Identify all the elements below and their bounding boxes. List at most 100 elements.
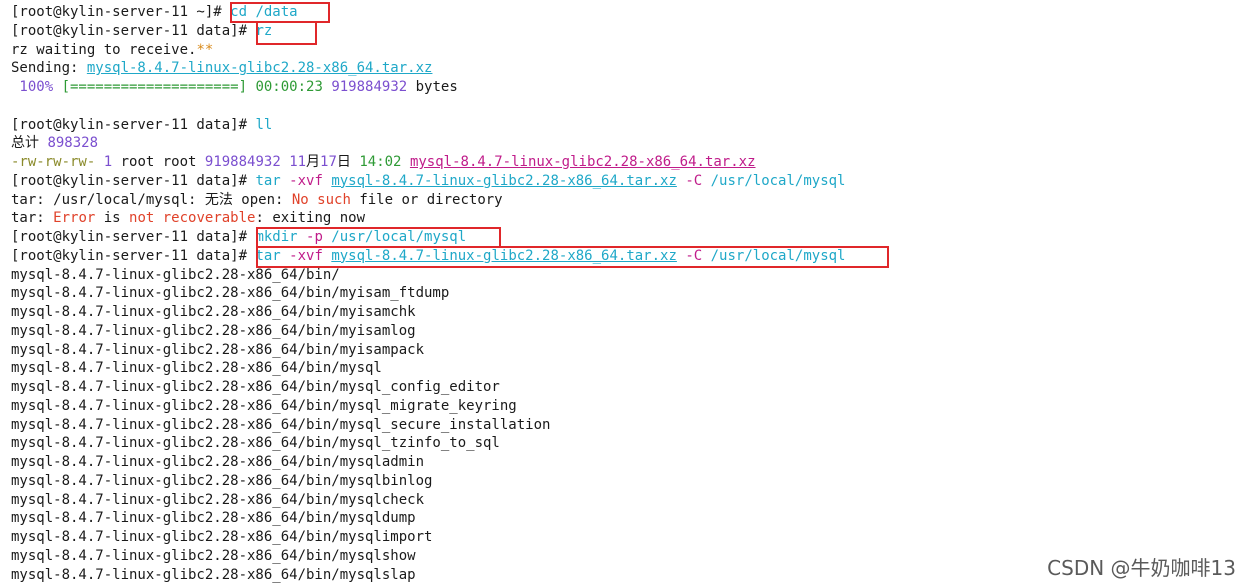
terminal-line: mysql-8.4.7-linux-glibc2.28-x86_64/bin/m… [11, 547, 416, 565]
terminal-line: mysql-8.4.7-linux-glibc2.28-x86_64/bin/m… [11, 509, 416, 527]
terminal-text-segment: Sending: [11, 60, 87, 77]
terminal-text-segment: mysql-8.4.7-linux-glibc2.28-x86_64/bin/m… [11, 285, 450, 302]
terminal-line: mysql-8.4.7-linux-glibc2.28-x86_64/bin/m… [11, 341, 424, 359]
terminal-line: [root@kylin-server-11 ~]# cd /data [11, 3, 298, 21]
terminal-text-segment: tar [255, 172, 290, 189]
terminal-text-segment: 11 [289, 154, 307, 170]
terminal-text-segment: file or directory [350, 191, 503, 208]
terminal-text-segment: 日 [336, 154, 360, 170]
terminal-text-segment: 00:00:23 [255, 79, 323, 95]
terminal-line: -rw-rw-rw- 1 root root 919884932 11月17日 … [11, 153, 756, 171]
terminal-text-segment: mysql-8.4.7-linux-glibc2.28-x86_64/bin/m… [11, 472, 433, 489]
terminal-text-segment: 1 [103, 154, 113, 170]
terminal-text-segment: mysql-8.4.7-linux-glibc2.28-x86_64.tar.x… [86, 60, 433, 77]
terminal-text-segment: No such [291, 191, 351, 208]
terminal-text-segment: [root@kylin-server-11 data]# [11, 22, 256, 39]
terminal-line: Sending: mysql-8.4.7-linux-glibc2.28-x86… [11, 59, 432, 77]
terminal-line: mysql-8.4.7-linux-glibc2.28-x86_64/bin/m… [11, 453, 424, 471]
terminal-text-segment: mysql-8.4.7-linux-glibc2.28-x86_64/bin/m… [11, 566, 416, 583]
terminal-line: mysql-8.4.7-linux-glibc2.28-x86_64/bin/m… [11, 566, 416, 584]
terminal-text-segment: tar: /usr/local/mysql: 无法 open: [11, 191, 292, 208]
terminal-text-segment: /usr/local/mysql [702, 172, 846, 189]
terminal-text-segment: mysql-8.4.7-linux-glibc2.28-x86_64.tar.x… [331, 172, 677, 189]
terminal-text-segment: Error [53, 210, 96, 227]
terminal-window[interactable]: [root@kylin-server-11 ~]# cd /data [root@… [0, 0, 1244, 587]
terminal-text-segment: mysql-8.4.7-linux-glibc2.28-x86_64/bin/m… [11, 304, 416, 320]
terminal-line: 总计 898328 [11, 134, 98, 152]
terminal-text-segment: -rw-rw-rw- [11, 154, 96, 170]
terminal-text-segment: -xvf [289, 172, 323, 189]
terminal-text-segment: -p [306, 229, 323, 245]
terminal-text-segment: mysql-8.4.7-linux-glibc2.28-x86_64.tar.x… [331, 247, 677, 264]
terminal-text-segment: not recoverable [129, 210, 256, 227]
terminal-text-segment: rz waiting to receive. [11, 41, 197, 58]
terminal-text-segment: tar [255, 247, 290, 264]
terminal-text-segment: is [95, 210, 130, 227]
terminal-line: [root@kylin-server-11 data]# rz [11, 22, 272, 40]
terminal-text-segment: mysql-8.4.7-linux-glibc2.28-x86_64/bin/ [11, 266, 340, 283]
terminal-text-segment: root root [112, 154, 205, 170]
terminal-text-segment: 17 [320, 154, 337, 170]
terminal-line: mysql-8.4.7-linux-glibc2.28-x86_64/bin/m… [11, 528, 432, 546]
terminal-text-segment: 919884932 [204, 154, 281, 170]
terminal-line: tar: Error is not recoverable: exiting n… [11, 209, 365, 227]
terminal-line: mysql-8.4.7-linux-glibc2.28-x86_64/bin/m… [11, 359, 382, 377]
terminal-line: rz waiting to receive.** [11, 41, 213, 59]
terminal-text-segment: -xvf [289, 247, 323, 264]
terminal-text-segment: [root@kylin-server-11 data]# [11, 247, 256, 264]
terminal-text-segment: rz [255, 22, 273, 39]
terminal-text-segment: [root@kylin-server-11 data]# [11, 229, 256, 245]
terminal-text-segment: /usr/local/mysql [322, 229, 467, 245]
terminal-text-segment: -C [685, 172, 703, 189]
terminal-line: [root@kylin-server-11 data]# tar -xvf my… [11, 172, 845, 190]
terminal-text-segment: tar: [11, 210, 54, 227]
terminal-line: mysql-8.4.7-linux-glibc2.28-x86_64/bin/m… [11, 397, 517, 415]
terminal-line: mysql-8.4.7-linux-glibc2.28-x86_64/bin/m… [11, 378, 500, 396]
terminal-text-segment: mysql-8.4.7-linux-glibc2.28-x86_64/bin/m… [11, 435, 500, 452]
terminal-text-segment: 14:02 [359, 154, 402, 170]
terminal-text-segment: 919884932 [331, 79, 408, 95]
terminal-text-segment: mysql-8.4.7-linux-glibc2.28-x86_64/bin/m… [11, 322, 416, 339]
terminal-text-segment: ** [196, 41, 214, 58]
terminal-text-segment: /usr/local/mysql [702, 247, 846, 264]
terminal-text-segment: bytes [407, 79, 458, 95]
terminal-line: mysql-8.4.7-linux-glibc2.28-x86_64/bin/m… [11, 491, 424, 509]
terminal-text-segment: [====================] [61, 79, 248, 95]
terminal-text-segment: mysql-8.4.7-linux-glibc2.28-x86_64/bin/m… [11, 397, 517, 414]
terminal-line: 100% [====================] 00:00:23 919… [11, 78, 458, 96]
terminal-line: tar: /usr/local/mysql: 无法 open: No such … [11, 191, 503, 209]
terminal-text-segment: cd /data [230, 4, 298, 20]
csdn-watermark: CSDN @牛奶咖啡13 [1045, 552, 1238, 581]
terminal-text-segment: : exiting now [255, 210, 366, 227]
terminal-text-segment: [root@kylin-server-11 data]# [11, 116, 256, 133]
terminal-text-segment: 总计 [11, 135, 48, 152]
terminal-text-segment: mysql-8.4.7-linux-glibc2.28-x86_64/bin/m… [11, 341, 425, 358]
terminal-line: mysql-8.4.7-linux-glibc2.28-x86_64/bin/m… [11, 284, 449, 302]
terminal-text-segment: mysql-8.4.7-linux-glibc2.28-x86_64/bin/m… [11, 360, 382, 377]
terminal-line: mysql-8.4.7-linux-glibc2.28-x86_64/bin/m… [11, 416, 550, 434]
terminal-line: mysql-8.4.7-linux-glibc2.28-x86_64/bin/m… [11, 472, 432, 490]
terminal-text-segment: mkdir [255, 229, 307, 245]
terminal-line: mysql-8.4.7-linux-glibc2.28-x86_64/bin/ [11, 266, 340, 284]
terminal-line: [root@kylin-server-11 data]# ll [11, 116, 272, 134]
terminal-text-segment: mysql-8.4.7-linux-glibc2.28-x86_64/bin/m… [11, 529, 433, 545]
terminal-text-segment: 月 [306, 154, 321, 170]
terminal-text-segment: mysql-8.4.7-linux-glibc2.28-x86_64/bin/m… [11, 510, 416, 527]
terminal-line: mysql-8.4.7-linux-glibc2.28-x86_64/bin/m… [11, 434, 500, 452]
terminal-line: mysql-8.4.7-linux-glibc2.28-x86_64/bin/m… [11, 303, 416, 321]
terminal-text-segment: mysql-8.4.7-linux-glibc2.28-x86_64/bin/m… [11, 454, 425, 470]
terminal-text-segment: 898328 [47, 135, 99, 152]
terminal-text-segment: mysql-8.4.7-linux-glibc2.28-x86_64/bin/m… [11, 491, 425, 508]
terminal-line: [root@kylin-server-11 data]# tar -xvf my… [11, 247, 845, 265]
terminal-text-segment: [root@kylin-server-11 ~]# [11, 4, 231, 20]
terminal-line: [root@kylin-server-11 data]# mkdir -p /u… [11, 228, 466, 246]
terminal-text-segment: mysql-8.4.7-linux-glibc2.28-x86_64/bin/m… [11, 416, 551, 433]
terminal-text-segment: mysql-8.4.7-linux-glibc2.28-x86_64/bin/m… [11, 547, 416, 564]
terminal-text-segment: -C [685, 247, 703, 264]
terminal-text-segment: 100% [11, 79, 62, 95]
terminal-text-segment: mysql-8.4.7-linux-glibc2.28-x86_64/bin/m… [11, 379, 500, 395]
terminal-text-segment: ll [255, 116, 273, 133]
